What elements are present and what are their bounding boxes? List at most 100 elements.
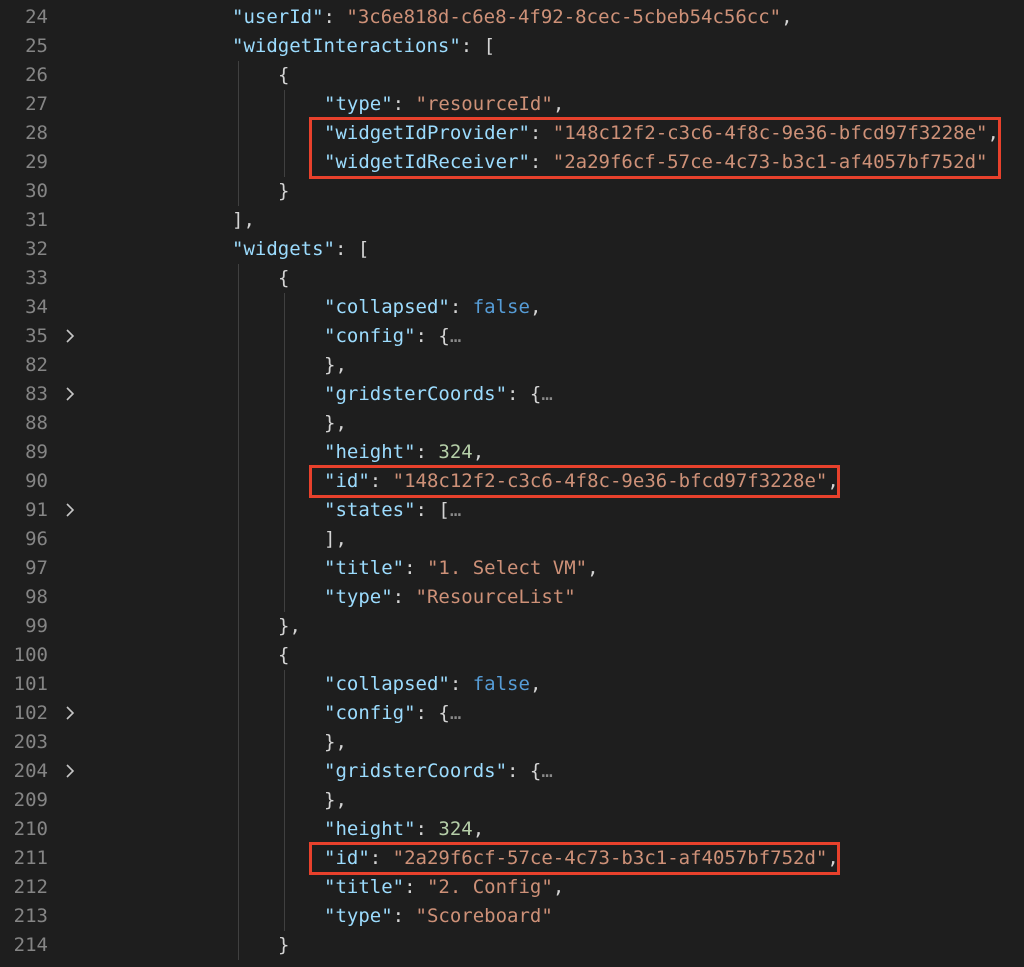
code-line[interactable]: 25 "widgetInteractions": [ [0, 32, 1024, 61]
code-token: "widgetInteractions" [232, 35, 461, 57]
line-number: 32 [25, 238, 48, 260]
chevron-right-icon[interactable] [63, 706, 77, 720]
code-line[interactable]: 89 "height": 324, [0, 438, 1024, 467]
line-number: 102 [13, 702, 48, 724]
line-number: 24 [25, 6, 48, 28]
code-line[interactable]: 100 { [0, 641, 1024, 670]
code-token: : { [507, 760, 542, 782]
code-token: { [278, 644, 290, 666]
code-line[interactable]: 27 "type": "resourceId", [0, 90, 1024, 119]
code-line[interactable]: 31], [0, 206, 1024, 235]
code-token: } [278, 934, 290, 956]
code-line[interactable]: 88}, [0, 409, 1024, 438]
code-line[interactable]: 28 "widgetIdProvider": "148c12f2-c3c6-4f8… [0, 119, 1024, 148]
code-token: … [541, 760, 553, 782]
code-token: : [404, 557, 427, 579]
code-token: "collapsed" [324, 673, 450, 695]
code-text: }, [324, 351, 347, 380]
code-text: "type": "ResourceList" [324, 583, 576, 612]
line-number: 82 [25, 354, 48, 376]
code-token: "title" [324, 557, 405, 579]
code-line[interactable]: 26 { [0, 61, 1024, 90]
line-number: 83 [25, 383, 48, 405]
code-line[interactable]: 209}, [0, 786, 1024, 815]
code-text: "userId": "3c6e818d-c6e8-4f92-8cec-5cbeb… [232, 3, 793, 32]
code-token: "widgetIdReceiver" [324, 151, 530, 173]
line-number: 27 [25, 93, 48, 115]
code-text: { [278, 61, 289, 90]
code-token: , [529, 673, 542, 695]
line-number: 203 [13, 731, 48, 753]
code-token: "config" [324, 702, 416, 724]
code-text: }, [324, 786, 347, 815]
code-line[interactable]: 101 "collapsed": false, [0, 670, 1024, 699]
code-token: , [552, 876, 565, 898]
code-text: "widgetIdProvider": "148c12f2-c3c6-4f8c-… [324, 119, 999, 148]
code-token: : { [415, 702, 450, 724]
code-line[interactable]: 102 "config": {… [0, 699, 1024, 728]
line-number: 101 [13, 673, 48, 695]
code-token: 324 [438, 818, 473, 840]
code-line[interactable]: 212 "title": "2. Config", [0, 873, 1024, 902]
code-line[interactable]: 213 "type": "Scoreboard" [0, 902, 1024, 931]
code-editor[interactable]: 24 "userId": "3c6e818d-c6e8-4f92-8cec-5cb… [0, 0, 1024, 967]
line-number: 89 [25, 441, 48, 463]
code-line[interactable]: 90 "id": "148c12f2-c3c6-4f8c-9e36-bfcd97f… [0, 467, 1024, 496]
line-number: 30 [25, 180, 48, 202]
chevron-right-icon[interactable] [63, 387, 77, 401]
code-token: ], [324, 528, 347, 550]
code-line[interactable]: 210 "height": 324, [0, 815, 1024, 844]
code-line[interactable]: 204 "gridsterCoords": {… [0, 757, 1024, 786]
code-token: … [449, 702, 462, 724]
code-token: , [472, 441, 485, 463]
code-text: "config": {… [324, 322, 461, 351]
code-line[interactable]: 24 "userId": "3c6e818d-c6e8-4f92-8cec-5cb… [0, 3, 1024, 32]
code-line[interactable]: 98 "type": "ResourceList" [0, 583, 1024, 612]
code-line[interactable]: 32 "widgets": [ [0, 235, 1024, 264]
code-line[interactable]: 33 { [0, 264, 1024, 293]
code-line[interactable]: 34 "collapsed": false, [0, 293, 1024, 322]
code-token: : [529, 122, 553, 144]
code-line[interactable]: 214} [0, 931, 1024, 960]
code-line[interactable]: 91 "states": [… [0, 496, 1024, 525]
line-number: 211 [13, 847, 48, 869]
code-line[interactable]: 96], [0, 525, 1024, 554]
code-token: "widgetIdProvider" [324, 122, 530, 144]
code-token: : { [507, 383, 542, 405]
code-token: "title" [324, 876, 405, 898]
code-text: { [278, 264, 289, 293]
line-number: 34 [25, 296, 48, 318]
code-token: "type" [324, 93, 393, 115]
code-token: : [ [334, 238, 370, 260]
code-token: , [827, 847, 839, 869]
code-token: : [415, 818, 439, 840]
chevron-right-icon[interactable] [63, 764, 77, 778]
code-line[interactable]: 29 "widgetIdReceiver": "2a29f6cf-57ce-4c7… [0, 148, 1024, 177]
chevron-right-icon[interactable] [63, 503, 77, 517]
code-line[interactable]: 83 "gridsterCoords": {… [0, 380, 1024, 409]
code-line[interactable]: 30} [0, 177, 1024, 206]
code-line[interactable]: 35 "config": {… [0, 322, 1024, 351]
code-token: : [369, 847, 393, 869]
code-token: : [323, 6, 347, 28]
code-text: }, [278, 612, 301, 641]
code-line[interactable]: 82}, [0, 351, 1024, 380]
code-line[interactable]: 203}, [0, 728, 1024, 757]
code-line[interactable]: 99}, [0, 612, 1024, 641]
code-token: }, [278, 615, 301, 637]
code-line[interactable]: 97 "title": "1. Select VM", [0, 554, 1024, 583]
code-token: : [404, 876, 427, 898]
code-token: , [781, 6, 793, 28]
code-text: "widgetIdReceiver": "2a29f6cf-57ce-4c73-… [324, 148, 987, 177]
line-number: 213 [13, 905, 48, 927]
code-text: "gridsterCoords": {… [324, 757, 553, 786]
chevron-right-icon[interactable] [63, 329, 77, 343]
code-text: "collapsed": false, [324, 293, 541, 322]
line-number: 98 [25, 586, 48, 608]
code-token: { [278, 64, 290, 86]
code-token: "id" [324, 470, 370, 492]
code-line[interactable]: 211 "id": "2a29f6cf-57ce-4c73-b3c1-af4057… [0, 844, 1024, 873]
code-token: … [449, 499, 462, 521]
code-token: : [392, 586, 416, 608]
code-token: "3c6e818d-c6e8-4f92-8cec-5cbeb54c56cc" [346, 6, 782, 28]
